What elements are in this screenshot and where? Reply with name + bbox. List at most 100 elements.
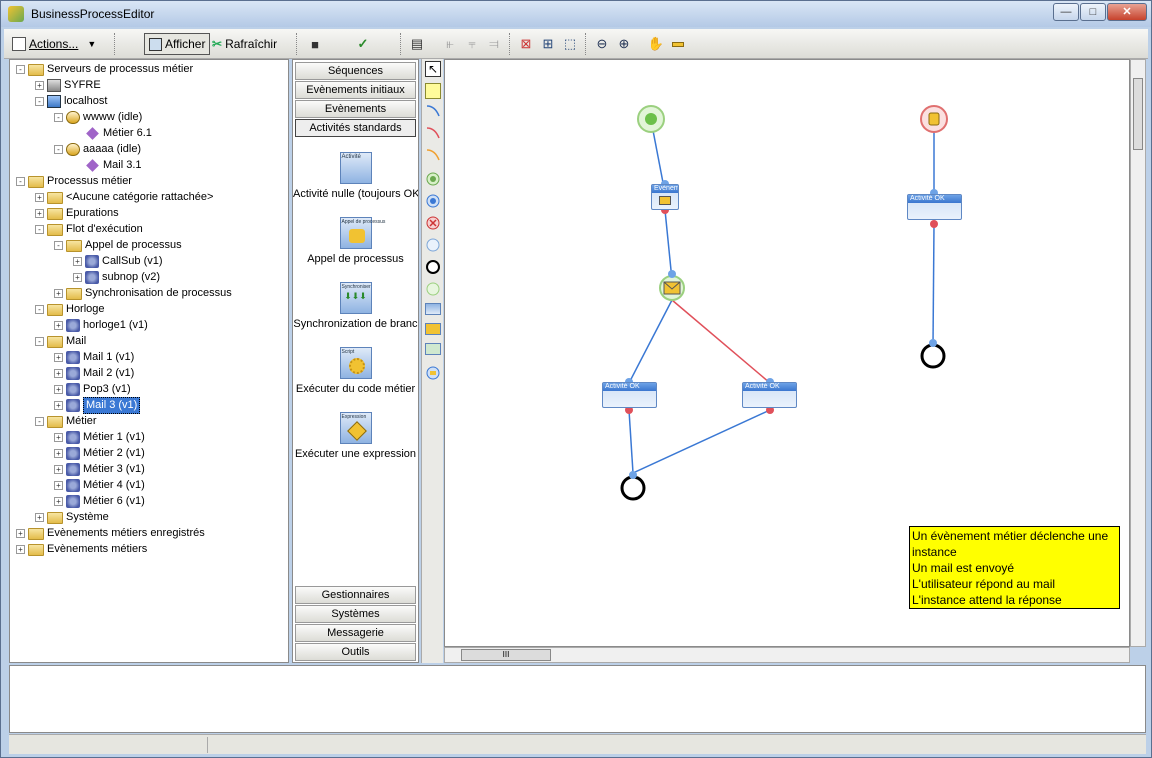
palette-item-appel-processus[interactable]: Appel de processus Appel de processus (293, 217, 418, 265)
timer-start-event[interactable] (920, 105, 948, 133)
error-event-tool-icon[interactable] (425, 215, 441, 231)
message-event-tool-icon[interactable] (425, 193, 441, 209)
tree-item[interactable]: - Serveurs de processus métier (16, 62, 193, 77)
note-tool-icon[interactable] (425, 83, 441, 99)
pointer-tool-icon[interactable]: ↖ (425, 61, 441, 77)
expand-icon[interactable]: + (54, 433, 63, 442)
validate-icon[interactable]: ✓ (354, 35, 372, 53)
tree-item[interactable]: + subnop (v2) (73, 270, 160, 285)
tree-item[interactable]: + Mail 1 (v1) (54, 350, 134, 365)
link[interactable] (628, 409, 634, 474)
rafraichir-button[interactable]: ✂ Rafraîchir (212, 33, 277, 55)
collapse-icon[interactable]: - (35, 305, 44, 314)
tree-line[interactable] (73, 161, 82, 170)
expand-icon[interactable]: + (73, 257, 82, 266)
grid-snap-icon[interactable]: ⊠ (517, 35, 535, 53)
tab-activites-standards[interactable]: Activités standards (295, 119, 416, 137)
tab-evenements[interactable]: Evènements (295, 100, 416, 118)
tree-item[interactable]: + Evènements métiers (16, 542, 147, 557)
zoom-in-icon[interactable]: ⊕ (615, 35, 633, 53)
collapse-icon[interactable]: - (35, 225, 44, 234)
grid-dotted-icon[interactable]: ⬚ (561, 35, 579, 53)
intermediate-event-tool-icon[interactable] (425, 237, 441, 253)
expand-icon[interactable]: + (54, 401, 63, 410)
tree-item[interactable]: - Horloge (35, 302, 105, 317)
tree-item[interactable]: + <Aucune catégorie rattachée> (35, 190, 213, 205)
tree-line[interactable] (73, 129, 82, 138)
expand-icon[interactable]: + (54, 385, 63, 394)
collapse-icon[interactable]: - (54, 241, 63, 250)
link-orange-tool-icon[interactable] (425, 147, 441, 163)
sticky-note[interactable]: Un évènement métier déclenche une instan… (909, 526, 1120, 609)
collapse-icon[interactable]: - (16, 177, 25, 186)
scroll-thumb[interactable]: III (461, 649, 551, 661)
tree-item[interactable]: Mail 3.1 (73, 158, 142, 173)
expand-icon[interactable]: + (54, 449, 63, 458)
tree-item[interactable]: - wwww (idle) (54, 110, 142, 125)
tree-item[interactable]: + Métier 4 (v1) (54, 478, 145, 493)
link-red-tool-icon[interactable] (425, 125, 441, 141)
palette-item-activite-nulle[interactable]: Activité Activité nulle (toujours OK (293, 152, 418, 200)
tree-item[interactable]: + Synchronisation de processus (54, 286, 232, 301)
process-tree[interactable]: - Serveurs de processus métier + SYFRE - loca… (9, 59, 289, 663)
activity-node[interactable]: Activité OK (742, 382, 797, 408)
tree-item[interactable]: + horloge1 (v1) (54, 318, 148, 333)
tree-item[interactable]: - Processus métier (16, 174, 132, 189)
tree-item[interactable]: + Mail 2 (v1) (54, 366, 134, 381)
tab-outils[interactable]: Outils (295, 643, 416, 661)
link[interactable] (632, 409, 771, 474)
palette-item-code-metier[interactable]: Script Exécuter du code métier (293, 347, 418, 395)
expand-icon[interactable]: + (54, 289, 63, 298)
link[interactable] (628, 299, 673, 384)
tree-item[interactable]: + SYFRE (35, 78, 101, 93)
close-button[interactable]: ✕ (1107, 3, 1147, 21)
mail-event[interactable] (659, 275, 685, 301)
expand-icon[interactable]: + (54, 321, 63, 330)
actions-menu-button[interactable]: Actions... ▼ (12, 33, 96, 55)
collapse-icon[interactable]: - (35, 97, 44, 106)
expand-icon[interactable]: + (54, 369, 63, 378)
tree-item[interactable]: + CallSub (v1) (73, 254, 163, 269)
align-left-icon[interactable]: ⫦ (441, 35, 459, 53)
minimize-button[interactable]: — (1053, 3, 1079, 21)
tree-item[interactable]: + Epurations (35, 206, 119, 221)
tree-item[interactable]: + Evènements métiers enregistrés (16, 526, 205, 541)
tree-item[interactable]: + Métier 6 (v1) (54, 494, 145, 509)
palette-item-synchronization[interactable]: Synchroniser ⬇⬇⬇ Synchronization de branc (293, 282, 418, 330)
minus-icon[interactable] (669, 35, 687, 53)
align-right-icon[interactable]: ⫤ (485, 35, 503, 53)
afficher-button[interactable]: Afficher (144, 33, 211, 55)
expand-icon[interactable]: + (16, 545, 25, 554)
tree-item[interactable]: + Métier 2 (v1) (54, 446, 145, 461)
pan-hand-icon[interactable]: ✋ (647, 35, 665, 53)
tab-systemes[interactable]: Systèmes (295, 605, 416, 623)
end-event[interactable] (920, 343, 946, 369)
subprocess-tool-icon[interactable] (425, 323, 441, 335)
expand-icon[interactable]: + (54, 497, 63, 506)
activity-node[interactable]: Activité OK (907, 194, 962, 220)
mail-activity-node[interactable]: Evènement mail (651, 184, 679, 210)
collapse-icon[interactable]: - (54, 145, 63, 154)
tab-sequences[interactable]: Séquences (295, 62, 416, 80)
tree-item[interactable]: + Mail 3 (v1) (54, 397, 141, 414)
maximize-button[interactable]: □ (1080, 3, 1106, 21)
expand-icon[interactable]: + (54, 465, 63, 474)
link[interactable] (932, 224, 935, 346)
expand-icon[interactable]: + (35, 81, 44, 90)
tree-item[interactable]: - aaaaa (idle) (54, 142, 141, 157)
tree-item[interactable]: Métier 6.1 (73, 126, 152, 141)
collapse-icon[interactable]: - (54, 113, 63, 122)
wait-tool-icon[interactable] (425, 365, 441, 381)
grid-icon[interactable]: ⊞ (539, 35, 557, 53)
tree-item[interactable]: - localhost (35, 94, 107, 109)
expand-icon[interactable]: + (54, 481, 63, 490)
align-center-icon[interactable]: ⫧ (463, 35, 481, 53)
palette-item-expression[interactable]: Expression Exécuter une expression (293, 412, 418, 460)
link-error[interactable] (671, 299, 771, 384)
tab-gestionnaires[interactable]: Gestionnaires (295, 586, 416, 604)
collapse-icon[interactable]: - (35, 337, 44, 346)
expand-icon[interactable]: + (73, 273, 82, 282)
start-event[interactable] (637, 105, 665, 133)
expand-icon[interactable]: + (35, 513, 44, 522)
tab-evenements-initiaux[interactable]: Evènements initiaux (295, 81, 416, 99)
